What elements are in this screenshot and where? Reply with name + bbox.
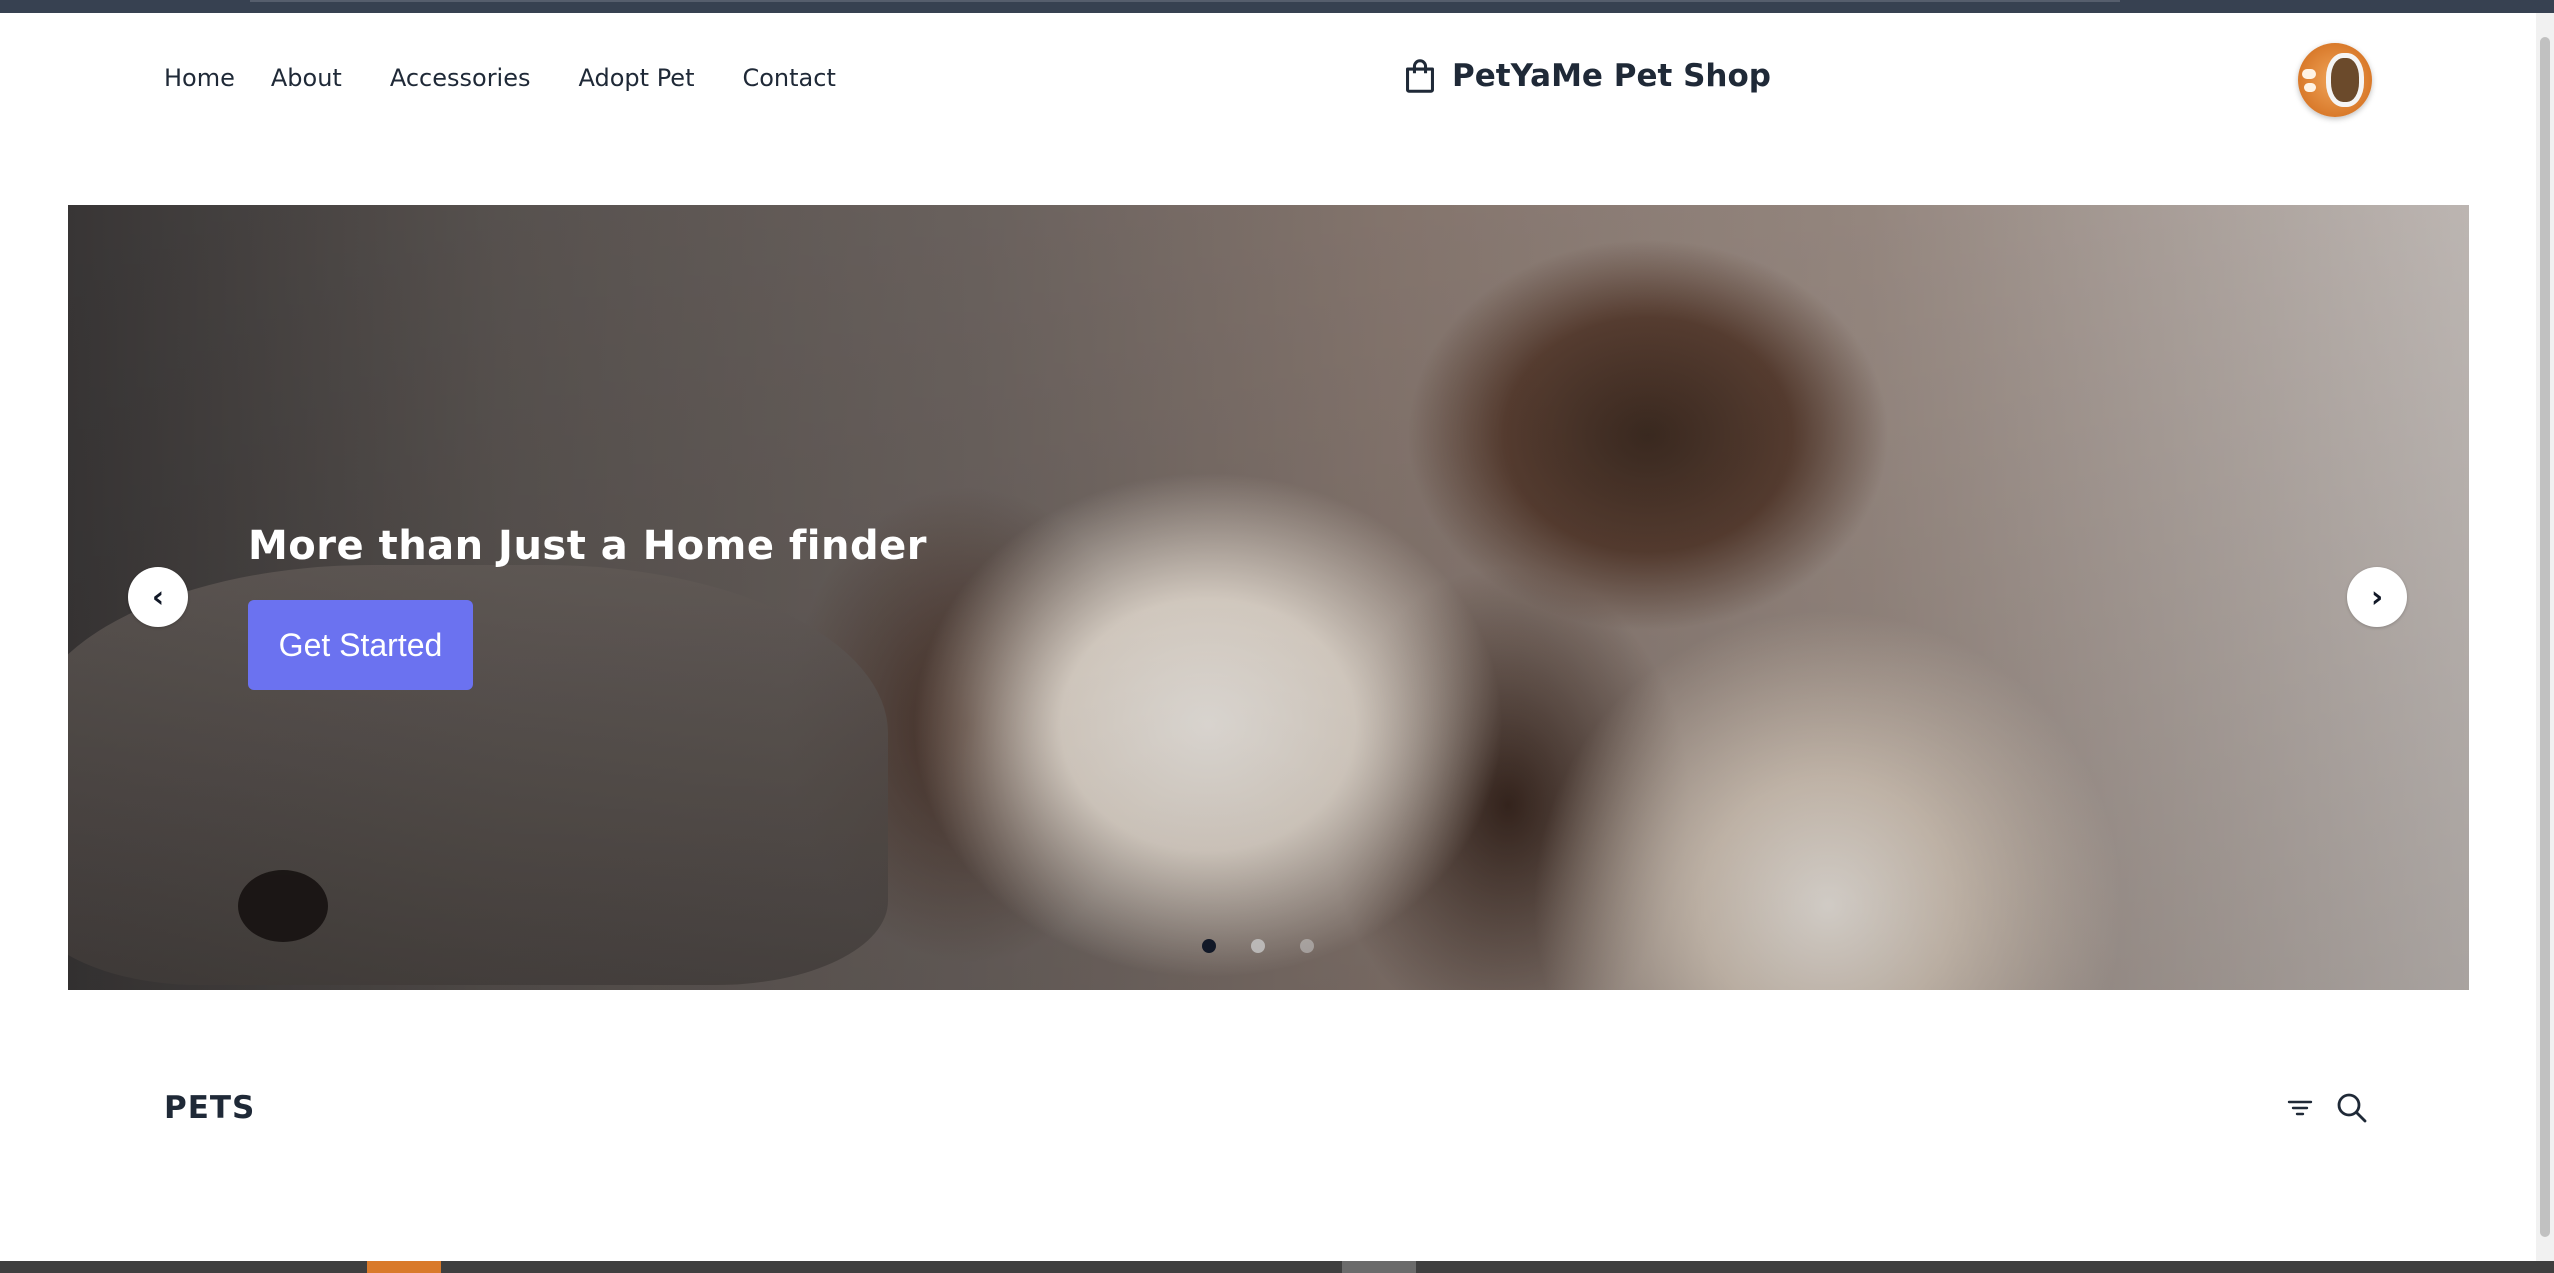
carousel-indicators (1202, 939, 1349, 953)
search-button[interactable] (2333, 1089, 2371, 1127)
brand-logo[interactable]: PetYaMe Pet Shop (1403, 58, 1771, 94)
nav-item-accessories[interactable]: Accessories (390, 64, 531, 92)
taskbar-app[interactable] (367, 1261, 441, 1273)
search-icon (2337, 1093, 2367, 1123)
chevron-right-icon: › (2370, 579, 2384, 615)
pets-section-tools (2281, 1089, 2385, 1127)
browser-top-bar-highlight (250, 0, 2120, 2)
carousel-dot-1[interactable] (1202, 939, 1216, 953)
os-taskbar (0, 1261, 2554, 1273)
nav-item-about[interactable]: About (271, 64, 342, 92)
carousel-dot-2[interactable] (1251, 939, 1265, 953)
avatar-kibble (2304, 83, 2316, 92)
carousel-prev-button[interactable]: ‹ (128, 567, 188, 627)
avatar-kibble (2302, 69, 2316, 79)
browser-top-bar (0, 0, 2554, 13)
get-started-button[interactable]: Get Started (248, 600, 473, 690)
brand-name: PetYaMe Pet Shop (1452, 58, 1771, 94)
scrollbar-thumb[interactable] (2540, 37, 2550, 1237)
hero-title: More than Just a Home finder (248, 523, 927, 569)
hero-carousel: More than Just a Home finder Get Started… (68, 205, 2469, 990)
shopping-bag-icon (1406, 59, 1434, 93)
hero-image-overlay (68, 205, 2469, 990)
pets-section-title: PETS (164, 1090, 256, 1126)
filter-button[interactable] (2281, 1089, 2319, 1127)
user-avatar[interactable] (2298, 43, 2372, 117)
filter-icon (2287, 1100, 2313, 1116)
carousel-dot-3[interactable] (1300, 939, 1314, 953)
chevron-left-icon: ‹ (151, 579, 165, 615)
nav-item-contact[interactable]: Contact (742, 64, 835, 92)
carousel-next-button[interactable]: › (2347, 567, 2407, 627)
nav-item-adopt-pet[interactable]: Adopt Pet (579, 64, 695, 92)
main-nav: Home About Accessories Adopt Pet Contact (164, 64, 884, 92)
nav-item-home[interactable]: Home (164, 64, 235, 92)
pet-food-bowl-icon (2326, 53, 2364, 107)
page-scrollbar[interactable] (2536, 13, 2554, 1261)
taskbar-app[interactable] (1342, 1261, 1416, 1273)
